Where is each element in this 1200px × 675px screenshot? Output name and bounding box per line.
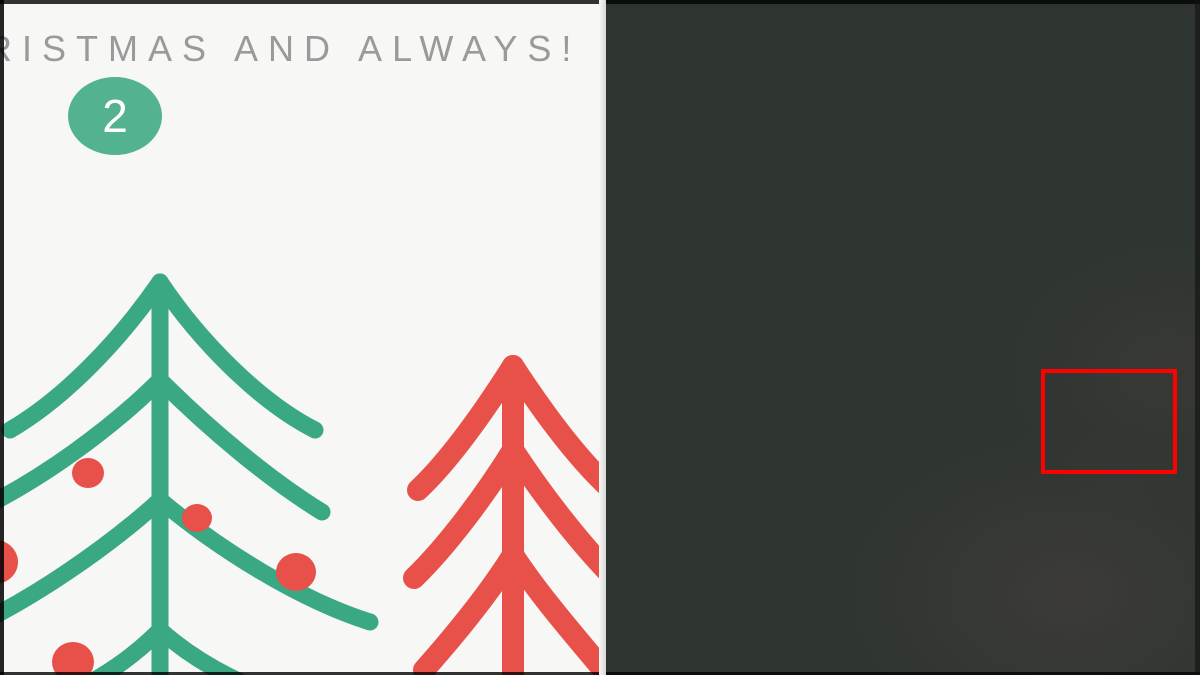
action-center-panel: Collapse Location: [606, 0, 1200, 675]
panel-top-border: [606, 0, 1200, 4]
step-number-badge: 2: [68, 77, 162, 155]
card-right-fold: [599, 0, 606, 675]
red-tree-illustration: [403, 355, 606, 675]
panel-right-border: [1195, 0, 1200, 675]
card-top-border: [0, 0, 606, 4]
christmas-card-image: RISTMAS AND ALWAYS! 2: [0, 0, 606, 675]
card-left-border: [0, 0, 4, 675]
card-headline: RISTMAS AND ALWAYS!: [0, 28, 582, 69]
screenshot-root: RISTMAS AND ALWAYS! 2 Collapse Locati: [0, 0, 1200, 675]
